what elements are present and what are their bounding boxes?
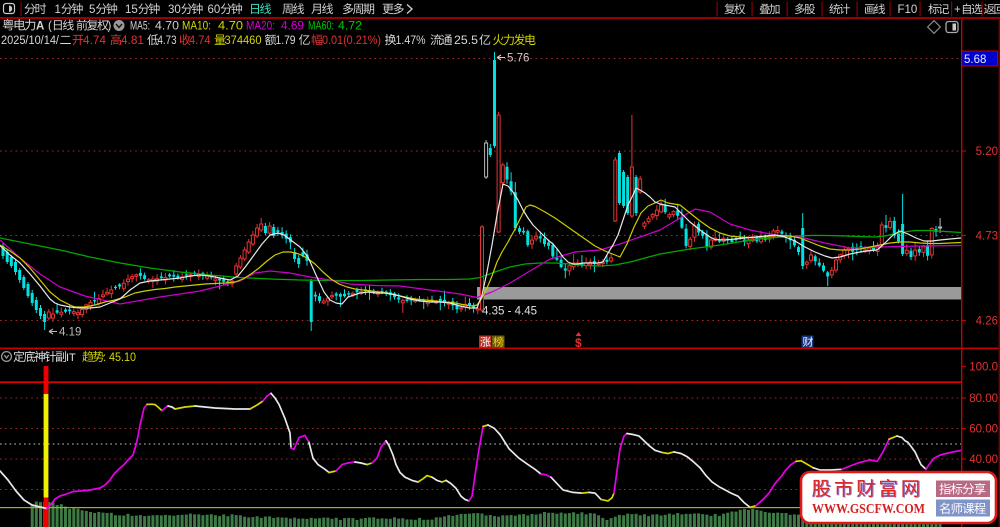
svg-text:0.01(0.21%): 0.01(0.21%) (322, 35, 381, 47)
svg-text:MA60:: MA60: (308, 21, 334, 33)
svg-text:MA10:: MA10: (182, 21, 211, 33)
svg-text:4.81: 4.81 (121, 35, 144, 47)
svg-text:4.73: 4.73 (158, 35, 177, 47)
svg-text:: 45.10: : 45.10 (103, 352, 136, 364)
svg-text:MA20:: MA20: (246, 21, 275, 33)
svg-text:IT: IT (66, 352, 76, 364)
svg-text:A: A (36, 21, 44, 33)
svg-text:4.19: 4.19 (59, 327, 81, 339)
svg-text:5.20: 5.20 (976, 146, 998, 158)
svg-text:2025/10/14/: 2025/10/14/ (1, 35, 60, 47)
svg-text:5.68: 5.68 (964, 54, 986, 66)
svg-text:WWW.GSCFW.COM: WWW.GSCFW.COM (812, 501, 925, 516)
svg-text:40.00: 40.00 (969, 454, 998, 466)
svg-text:MA5:: MA5: (130, 21, 150, 33)
svg-text:60.00: 60.00 (969, 424, 998, 436)
svg-text:4.72: 4.72 (338, 21, 362, 33)
svg-text:4.70: 4.70 (155, 21, 179, 33)
svg-text:100.0: 100.0 (969, 362, 998, 374)
svg-text:374460: 374460 (225, 35, 262, 47)
svg-text:60: 60 (208, 4, 221, 16)
svg-text:30: 30 (168, 4, 181, 16)
svg-text:1.47%: 1.47% (396, 35, 426, 47)
svg-text:4.26: 4.26 (976, 316, 998, 328)
svg-text:): ) (108, 21, 112, 33)
svg-text:4.69: 4.69 (281, 21, 304, 33)
svg-text:4.35 - 4.45: 4.35 - 4.45 (482, 306, 537, 318)
svg-text:F10: F10 (898, 4, 918, 16)
svg-text:(: ( (48, 21, 52, 33)
svg-text:4.70: 4.70 (218, 21, 243, 33)
svg-text:4.74: 4.74 (83, 35, 107, 47)
svg-text:+: + (954, 4, 961, 16)
svg-text:5.76: 5.76 (507, 53, 529, 65)
svg-text:15: 15 (125, 4, 138, 16)
svg-text:1: 1 (55, 4, 61, 16)
svg-text:4.74: 4.74 (189, 35, 211, 47)
svg-text:25.5: 25.5 (454, 35, 478, 47)
svg-text:5: 5 (89, 4, 95, 16)
svg-text:80.00: 80.00 (969, 393, 998, 405)
svg-text:1.79: 1.79 (276, 35, 296, 47)
svg-text:4.73: 4.73 (976, 231, 998, 243)
